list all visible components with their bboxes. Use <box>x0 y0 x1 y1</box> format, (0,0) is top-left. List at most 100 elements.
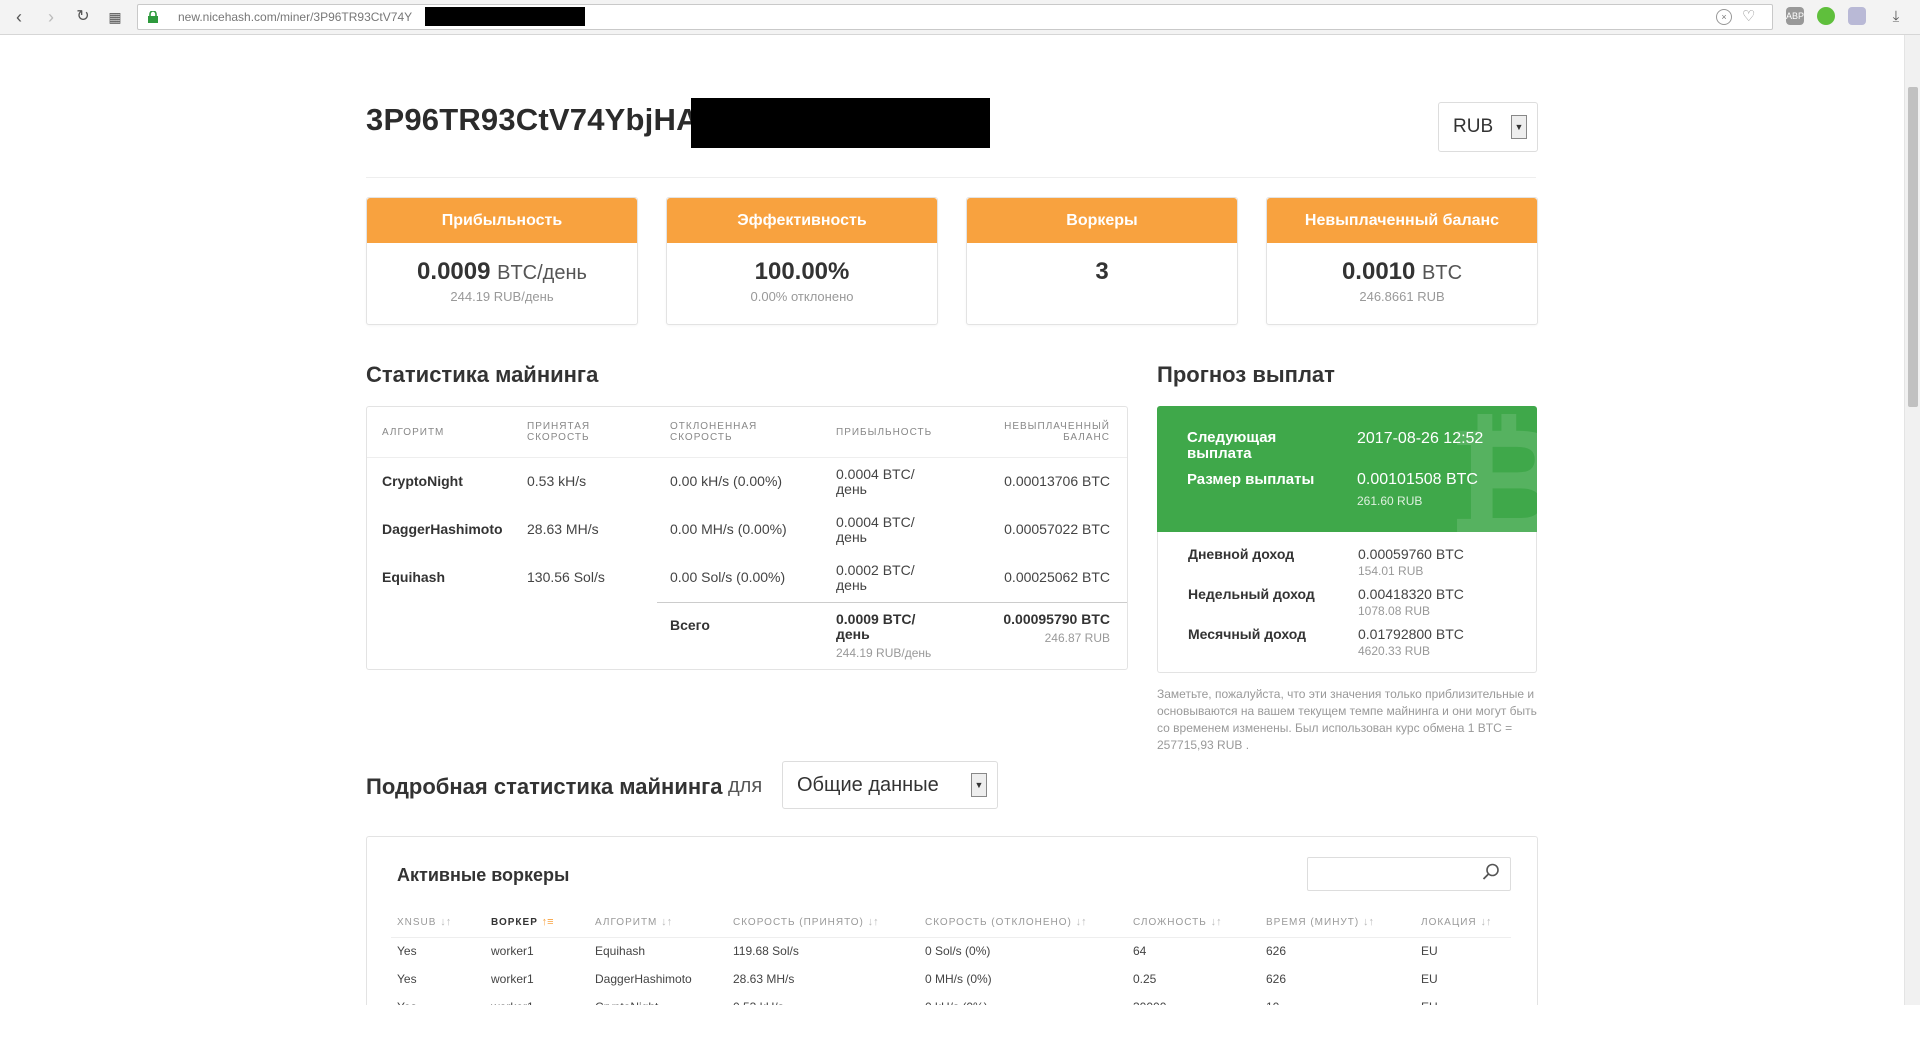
algo-name: CryptoNight <box>382 473 463 489</box>
cell-speed-rejected: 0 Sol/s (0%) <box>925 944 991 958</box>
search-icon[interactable] <box>1481 862 1503 884</box>
mining-stats-table: АЛГОРИТМ ПРИНЯТАЯ СКОРОСТЬ ОТКЛОНЕННАЯ СКО… <box>366 406 1128 670</box>
next-payout-panel: ₿ Следующая выплата 2017-08-26 12:52 Разм… <box>1157 406 1537 532</box>
column-header-worker[interactable]: ВОРКЕР ↑≡ <box>491 916 554 928</box>
download-extension-icon[interactable] <box>1848 7 1866 25</box>
unpaid-balance: 0.00013706 BTC <box>1004 473 1110 489</box>
sort-icon[interactable]: ↓↑ <box>1363 916 1374 928</box>
bitcoin-icon: ₿ <box>1447 406 1537 532</box>
monthly-income-label: Месячный доход <box>1188 626 1307 642</box>
weekly-income-value: 0.00418320 BTC <box>1358 586 1464 602</box>
column-header-time[interactable]: ВРЕМЯ (МИНУТ) ↓↑ <box>1266 916 1374 928</box>
browser-toolbar: ‹ › ↻ ▦ new.nicehash.com/miner/3P96TR93C… <box>0 0 1920 35</box>
sort-icon[interactable]: ↓↑ <box>440 916 451 928</box>
divider <box>366 177 1536 178</box>
redaction-bar <box>691 98 990 148</box>
rejected-speed: 0.00 Sol/s (0.00%) <box>670 569 786 585</box>
lock-icon <box>148 10 158 23</box>
column-header: ПРИБЫЛЬНОСТЬ <box>836 427 933 438</box>
weekly-income-rub: 1078.08 RUB <box>1358 604 1431 618</box>
rejected-speed: 0.00 MH/s (0.00%) <box>670 521 787 537</box>
currency-value: RUB <box>1453 116 1494 137</box>
cell-worker: worker1 <box>491 972 534 986</box>
grid-icon[interactable]: ▦ <box>104 6 126 28</box>
total-unpaid-rub: 246.87 RUB <box>1044 631 1110 645</box>
column-header: НЕВЫПЛАЧЕННЫЙ БАЛАНС <box>1004 421 1110 443</box>
column-header-speed-accepted[interactable]: СКОРОСТЬ (ПРИНЯТО) ↓↑ <box>733 916 879 928</box>
cell-time: 626 <box>1266 972 1287 986</box>
total-profitability: 0.0009 BTC/день <box>836 611 916 642</box>
forward-icon[interactable]: › <box>40 6 62 28</box>
forecast-disclaimer: Заметьте, пожалуйста, что эти значения т… <box>1157 687 1537 752</box>
card-title: Невыплаченный баланс <box>1267 198 1537 243</box>
accepted-speed: 0.53 kH/s <box>527 473 587 489</box>
chevron-down-icon[interactable]: ▼ <box>1511 115 1527 139</box>
payout-forecast-title: Прогноз выплат <box>1157 362 1335 387</box>
sort-icon[interactable]: ↓↑ <box>868 916 879 928</box>
sort-icon[interactable]: ↓↑ <box>1480 916 1491 928</box>
card-profitability: Прибыльность 0.0009 BTC/день 244.19 RUB/… <box>366 197 638 325</box>
cell-difficulty: 64 <box>1133 944 1147 958</box>
column-header-algorithm[interactable]: АЛГОРИТМ ↓↑ <box>595 916 672 928</box>
column-header-speed-rejected[interactable]: СКОРОСТЬ (ОТКЛОНЕНО) ↓↑ <box>925 916 1087 928</box>
reload-icon[interactable]: ↻ <box>72 6 94 28</box>
payout-size-label: Размер выплаты <box>1187 471 1315 488</box>
payout-size-value: 0.00101508 BTC <box>1357 471 1478 488</box>
daily-income-label: Дневной доход <box>1188 546 1295 562</box>
download-icon[interactable]: ⤓ <box>1885 6 1907 28</box>
profitability: 0.0002 BTC/день <box>836 562 915 593</box>
column-header-location[interactable]: ЛОКАЦИЯ ↓↑ <box>1421 916 1491 928</box>
monthly-income-value: 0.01792800 BTC <box>1358 626 1464 642</box>
cell-location: EU <box>1421 944 1438 958</box>
card-subvalue: 244.19 RUB/день <box>450 289 554 304</box>
extension-icon[interactable] <box>1817 7 1835 25</box>
daily-income-rub: 154.01 RUB <box>1358 564 1424 578</box>
cell-location: EU <box>1421 972 1438 986</box>
column-header: ОТКЛОНЕННАЯ СКОРОСТЬ <box>670 421 758 443</box>
card-workers: Воркеры 3 <box>966 197 1238 325</box>
detail-scope-value: Общие данные <box>797 774 939 796</box>
weekly-income-label: Недельный доход <box>1188 586 1315 602</box>
daily-income-value: 0.00059760 BTC <box>1358 546 1464 562</box>
column-header: АЛГОРИТМ <box>382 427 445 438</box>
currency-select[interactable]: RUB ▼ <box>1438 102 1538 152</box>
card-title: Прибыльность <box>367 198 637 243</box>
sort-icon[interactable]: ↓↑ <box>1076 916 1087 928</box>
sort-icon[interactable]: ↓↑ <box>1211 916 1222 928</box>
wallet-address: 3P96TR93CtV74YbjHAc <box>366 102 717 137</box>
next-payout-date: 2017-08-26 12:52 <box>1357 430 1484 447</box>
cell-time: 626 <box>1266 944 1287 958</box>
redaction-bar <box>425 7 585 26</box>
chevron-down-icon[interactable]: ▼ <box>971 773 987 797</box>
clear-icon[interactable]: × <box>1716 9 1732 25</box>
total-unpaid: 0.00095790 BTC <box>1003 611 1110 627</box>
address-bar[interactable]: new.nicehash.com/miner/3P96TR93CtV74Y × … <box>137 4 1773 30</box>
column-header-difficulty[interactable]: СЛОЖНОСТЬ ↓↑ <box>1133 916 1222 928</box>
sort-icon[interactable]: ↑≡ <box>542 916 554 928</box>
card-title: Эффективность <box>667 198 937 243</box>
unpaid-balance: 0.00057022 BTC <box>1004 521 1110 537</box>
monthly-income-rub: 4620.33 RUB <box>1358 644 1431 658</box>
detail-scope-select[interactable]: Общие данные ▼ <box>782 761 998 809</box>
card-value: 0.0010 BTC <box>1341 258 1463 285</box>
rejected-speed: 0.00 kH/s (0.00%) <box>670 473 783 489</box>
card-title: Воркеры <box>967 198 1237 243</box>
detailed-stats-title: Подробная статистика майнинга <box>366 774 723 799</box>
income-forecast-panel: Дневной доход 0.00059760 BTC 154.01 RUB … <box>1157 532 1537 673</box>
page-scrollbar[interactable] <box>1904 35 1920 1005</box>
scrollbar-thumb[interactable] <box>1908 87 1918 407</box>
active-workers-panel: Активные воркеры XNSUB ↓↑ ВОРКЕР ↑≡ АЛГО… <box>366 836 1538 1027</box>
profitability: 0.0004 BTC/день <box>836 514 915 545</box>
cell-algorithm: DaggerHashimoto <box>595 972 692 986</box>
heart-icon[interactable]: ♡ <box>1742 7 1755 25</box>
sort-icon[interactable]: ↓↑ <box>661 916 672 928</box>
column-header-xnsub[interactable]: XNSUB ↓↑ <box>397 916 451 928</box>
table-row: Yes worker1 Equihash 119.68 Sol/s 0 Sol/… <box>367 944 1537 964</box>
active-workers-title: Активные воркеры <box>397 865 570 885</box>
back-icon[interactable]: ‹ <box>8 6 30 28</box>
divider <box>367 457 1127 458</box>
mining-stats-title: Статистика майнинга <box>366 362 599 387</box>
abp-extension-icon[interactable]: ABP <box>1786 7 1804 25</box>
viewport-bottom <box>0 1005 1920 1040</box>
cell-difficulty: 0.25 <box>1133 972 1157 986</box>
